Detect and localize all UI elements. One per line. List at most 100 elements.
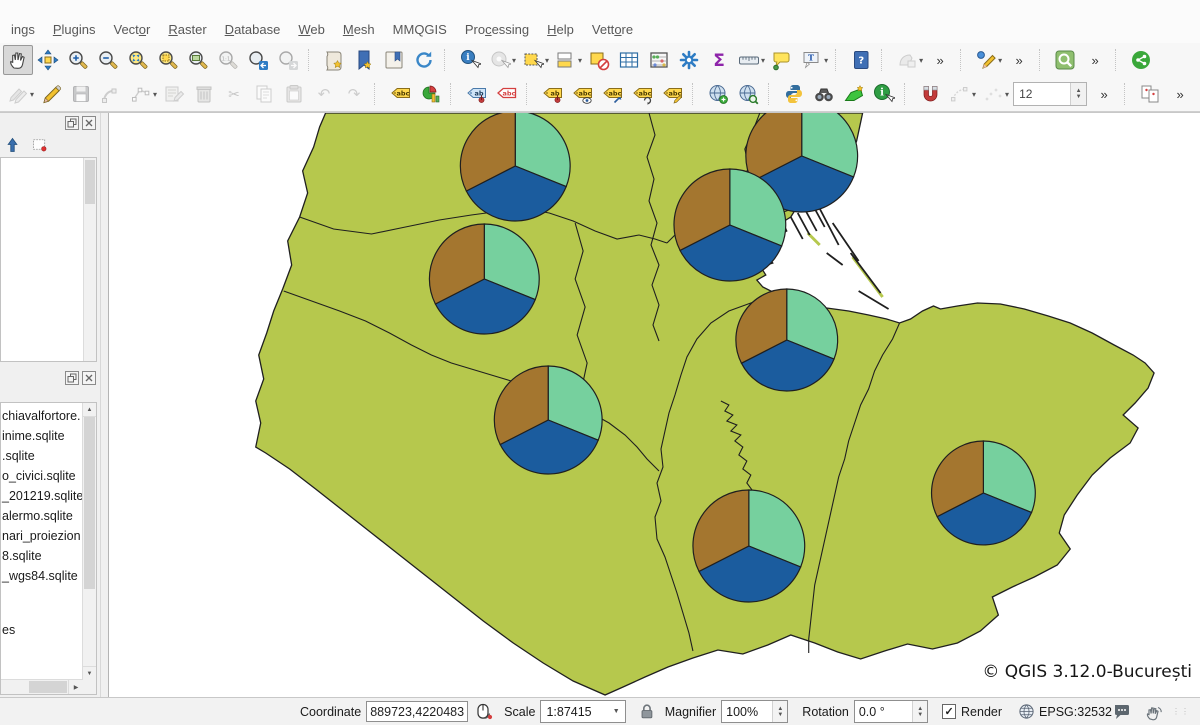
magnifier-spinbox[interactable]: 100% ▲▼ — [721, 700, 788, 723]
scrollbar-thumb[interactable] — [29, 681, 67, 693]
identify-features[interactable]: i — [455, 45, 485, 75]
file-item[interactable]: chiavalfortore. — [2, 406, 83, 426]
show-hide-labels[interactable]: abc — [567, 79, 597, 109]
search-binoculars[interactable] — [809, 79, 839, 109]
python-console[interactable] — [779, 79, 809, 109]
render-checkbox[interactable]: ✓ — [942, 704, 956, 719]
menu-item-processing[interactable]: Processing — [456, 19, 538, 40]
scale-combobox[interactable]: 1:87415 ▼ — [540, 700, 625, 723]
select-features-dropdown[interactable]: ▾ — [545, 56, 549, 65]
size-grip[interactable]: ⋮⋮ — [1172, 707, 1190, 716]
menu-item-help[interactable]: Help — [538, 19, 583, 40]
measure-line[interactable] — [734, 45, 764, 75]
osm-place-search[interactable] — [1050, 45, 1080, 75]
select-by-form-dropdown[interactable]: ▾ — [578, 56, 582, 65]
rotate-label[interactable]: abc — [627, 79, 657, 109]
refresh-map[interactable] — [409, 45, 439, 75]
highlight-pinned-labels[interactable]: abc — [491, 79, 521, 109]
menu-item-mesh[interactable]: Mesh — [334, 19, 384, 40]
menu-item-ings[interactable]: ings — [2, 19, 44, 40]
spin-arrows-icon[interactable]: ▲▼ — [912, 701, 927, 722]
file-item[interactable]: _wgs84.sqlite — [2, 566, 83, 586]
bookmark-manager[interactable] — [379, 45, 409, 75]
annotation-tools-dropdown[interactable]: ▾ — [998, 56, 1002, 65]
file-list[interactable]: chiavalfortore.inime.sqlite.sqliteo_civi… — [1, 403, 83, 680]
crs-status-button[interactable] — [1018, 703, 1035, 720]
measure-line-dropdown[interactable]: ▾ — [761, 56, 765, 65]
annotation-tools[interactable] — [971, 45, 1001, 75]
text-annotation[interactable]: T — [797, 45, 827, 75]
menu-item-vettore[interactable]: Vettore — [583, 19, 642, 40]
show-spatial-bookmarks[interactable] — [349, 45, 379, 75]
file-item[interactable]: .sqlite — [2, 446, 83, 466]
file-item[interactable]: _201219.sqlite — [2, 486, 83, 506]
statistical-summary[interactable] — [644, 45, 674, 75]
file-item[interactable]: o_civici.sqlite — [2, 466, 83, 486]
toolbar-overflow-4[interactable]: » — [1089, 79, 1119, 109]
deselect-all[interactable] — [584, 45, 614, 75]
select-by-form[interactable] — [551, 45, 581, 75]
panel-up-arrow[interactable] — [2, 134, 22, 154]
menu-item-web[interactable]: Web — [289, 19, 334, 40]
scrollbar-thumb[interactable] — [84, 417, 95, 589]
overview-scrollbar[interactable] — [83, 158, 96, 361]
pin-unpin-labels[interactable]: ab — [537, 79, 567, 109]
scroll-right-arrow[interactable]: ▶ — [68, 680, 83, 694]
toolbar-overflow-3[interactable]: » — [1080, 45, 1110, 75]
scale-lock-button[interactable] — [638, 703, 655, 720]
snapping-toggle[interactable] — [915, 79, 945, 109]
toolbar-overflow-5[interactable]: » — [1165, 79, 1195, 109]
text-annotation-dropdown[interactable]: ▾ — [824, 56, 828, 65]
offset-value-spin[interactable]: 12▲▼ — [1013, 82, 1087, 106]
zoom-in[interactable] — [63, 45, 93, 75]
pan-to-selection[interactable] — [33, 45, 63, 75]
file-item[interactable]: inime.sqlite — [2, 426, 83, 446]
map-canvas[interactable]: © QGIS 3.12.0-București — [108, 113, 1200, 697]
change-label[interactable]: abc — [657, 79, 687, 109]
processing-toolbox[interactable] — [674, 45, 704, 75]
move-label[interactable]: abc — [597, 79, 627, 109]
copy-paste-style[interactable] — [1135, 79, 1165, 109]
dock-float-button[interactable] — [65, 116, 79, 130]
share-plugin[interactable] — [1126, 45, 1156, 75]
scroll-up-arrow[interactable]: ▲ — [83, 403, 96, 417]
toggle-editing[interactable] — [36, 79, 66, 109]
new-spatial-bookmark[interactable] — [319, 45, 349, 75]
zoom-out[interactable] — [93, 45, 123, 75]
web-service-add[interactable] — [703, 79, 733, 109]
file-item[interactable]: nari_proiezion — [2, 526, 83, 546]
new-layer-tool[interactable] — [839, 79, 869, 109]
feature-info-tool[interactable]: i — [869, 79, 899, 109]
coordinate-tracking-button[interactable] — [475, 702, 494, 721]
rotation-spinbox[interactable]: 0.0 ° ▲▼ — [854, 700, 928, 723]
scroll-down-arrow[interactable]: ▼ — [83, 666, 96, 680]
qgis-news-button[interactable] — [1144, 702, 1164, 722]
menu-item-raster[interactable]: Raster — [159, 19, 215, 40]
map-tips[interactable] — [767, 45, 797, 75]
layer-labeling-options[interactable]: abc — [385, 79, 415, 109]
toolbar-overflow-2[interactable]: » — [1004, 45, 1034, 75]
pan-map[interactable] — [3, 45, 33, 75]
zoom-last[interactable] — [243, 45, 273, 75]
spin-arrows-icon[interactable]: ▲▼ — [772, 701, 787, 722]
zoom-to-selection[interactable] — [153, 45, 183, 75]
pin-labels[interactable]: ab — [461, 79, 491, 109]
show-statistics[interactable]: Σ — [704, 45, 734, 75]
toolbar-overflow-1[interactable]: » — [925, 45, 955, 75]
open-attribute-table[interactable] — [614, 45, 644, 75]
menu-item-vector[interactable]: Vector — [105, 19, 160, 40]
dock-close-button[interactable] — [82, 371, 96, 385]
select-features[interactable] — [518, 45, 548, 75]
dock-close-button[interactable] — [82, 116, 96, 130]
dock-float-button[interactable] — [65, 371, 79, 385]
file-item[interactable]: 8.sqlite — [2, 546, 83, 566]
zoom-to-layer[interactable] — [183, 45, 213, 75]
file-item[interactable]: es — [2, 620, 83, 640]
scrollbar-thumb[interactable] — [85, 160, 95, 204]
web-service-search[interactable] — [733, 79, 763, 109]
overview-list[interactable] — [0, 157, 97, 362]
menu-item-plugins[interactable]: Plugins — [44, 19, 105, 40]
coordinate-input[interactable] — [366, 701, 468, 722]
file-list-hscrollbar[interactable]: ▶ — [1, 679, 83, 694]
panel-selection-box[interactable] — [29, 134, 49, 154]
